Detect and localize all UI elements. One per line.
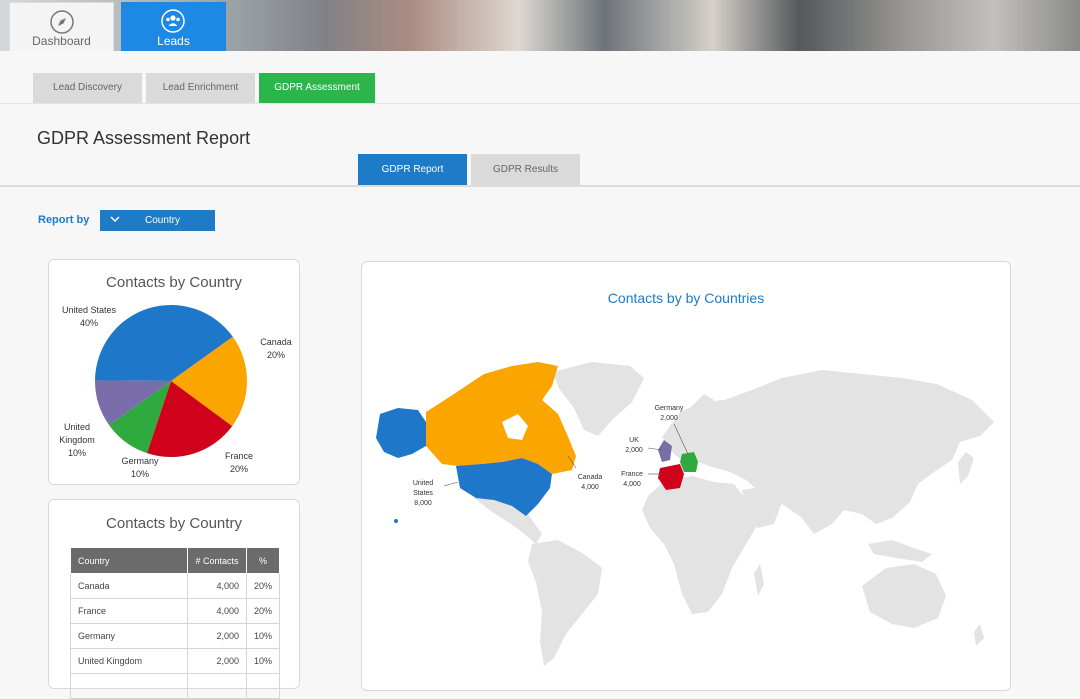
app-tab-dashboard-label: Dashboard xyxy=(32,34,91,48)
cell-contacts: 4,000 xyxy=(187,573,247,599)
app-tab-leads-label: Leads xyxy=(157,34,190,48)
map-label-germany-value: 2,000 xyxy=(660,415,678,422)
map-label-us-value: 8,000 xyxy=(414,500,432,507)
table-row: France 4,000 20% xyxy=(70,598,281,624)
cell-contacts: 2,000 xyxy=(187,648,247,674)
cell-percent: 20% xyxy=(245,573,281,599)
report-by-label: Report by xyxy=(38,214,90,226)
map-label-us-line1: United xyxy=(412,480,434,487)
report-by-select[interactable]: Country xyxy=(100,210,215,231)
pie-label-united-states: United States 40% xyxy=(53,304,125,330)
map-label-us: United States 8,000 xyxy=(406,479,440,509)
section-divider xyxy=(0,185,1080,187)
report-by-value: Country xyxy=(144,215,180,226)
map-label-canada-name: Canada xyxy=(577,474,603,481)
pie-label-france: France 20% xyxy=(217,450,261,476)
page-title: GDPR Assessment Report xyxy=(37,128,251,148)
pie-label-france-pct: 20% xyxy=(229,464,248,474)
pie-label-germany-pct: 10% xyxy=(130,469,149,479)
map-new-zealand xyxy=(974,624,984,646)
pie-label-us-pct: 40% xyxy=(79,318,98,328)
table-card-title: Contacts by Country xyxy=(106,515,242,532)
map-greenland xyxy=(552,362,644,436)
table-row: United Kingdom 2,000 10% xyxy=(70,648,281,674)
pie-label-france-name: France xyxy=(224,451,253,461)
pie-label-united-kingdom: United Kingdom 10% xyxy=(53,421,101,460)
table-card: Contacts by Country Country # Contacts %… xyxy=(48,499,300,699)
pie-label-uk-pct: 10% xyxy=(67,448,86,458)
pie-label-us-name: United States xyxy=(61,305,117,315)
table-row: Germany 2,000 10% xyxy=(70,623,281,649)
table-header-row: Country # Contacts % xyxy=(70,547,281,574)
cell-contacts: 2,000 xyxy=(187,623,247,649)
pie-chart-card: Contacts by Country United States 40% Ca… xyxy=(48,259,300,485)
map-label-germany-name: Germany xyxy=(654,405,684,412)
map-australia xyxy=(862,564,946,628)
map-canada xyxy=(426,362,576,474)
table-row xyxy=(70,673,281,699)
map-label-uk-value: 2,000 xyxy=(625,447,643,454)
tab-gdpr-results[interactable]: GDPR Results xyxy=(471,154,580,185)
tab-lead-enrichment[interactable]: Lead Enrichment xyxy=(146,73,255,103)
map-madagascar xyxy=(754,564,764,596)
cell-country: Germany xyxy=(70,623,188,649)
app-tab-dashboard[interactable]: Dashboard xyxy=(9,2,114,51)
tab-gdpr-assessment[interactable]: GDPR Assessment xyxy=(259,73,375,103)
contacts-table: Country # Contacts % Canada 4,000 20% Fr… xyxy=(70,547,281,699)
map-label-france-name: France xyxy=(621,471,643,478)
cell-percent xyxy=(245,673,281,699)
pie-label-germany-name: Germany xyxy=(121,456,159,466)
map-card: Contacts by by Countries United States 8… xyxy=(361,261,1011,691)
cell-country: Canada xyxy=(70,573,188,599)
map-label-canada-value: 4,000 xyxy=(581,484,599,491)
world-map xyxy=(376,362,994,666)
col-header-country[interactable]: Country xyxy=(70,547,188,574)
map-alaska xyxy=(376,408,426,458)
map-label-france: France 4,000 xyxy=(616,470,648,490)
map-indonesia xyxy=(868,540,932,562)
cell-percent: 10% xyxy=(245,648,281,674)
cell-country: France xyxy=(70,598,188,624)
pie-label-canada-pct: 20% xyxy=(266,350,285,360)
sub-tab-bar: Lead Discovery Lead Enrichment GDPR Asse… xyxy=(0,51,1080,104)
cell-country xyxy=(70,673,188,699)
map-label-uk: UK 2,000 xyxy=(622,436,646,456)
cell-percent: 20% xyxy=(245,598,281,624)
app-tab-leads[interactable]: Leads xyxy=(121,2,226,51)
map-africa xyxy=(642,476,758,614)
cell-contacts: 4,000 xyxy=(187,598,247,624)
col-header-contacts[interactable]: # Contacts xyxy=(187,547,247,574)
map-south-america xyxy=(528,540,602,666)
cell-contacts xyxy=(187,673,247,699)
pie-label-canada: Canada 20% xyxy=(253,336,299,362)
cell-percent: 10% xyxy=(245,623,281,649)
top-banner: Dashboard Leads xyxy=(0,0,1080,51)
map-label-germany: Germany 2,000 xyxy=(650,404,688,424)
cell-country: United Kingdom xyxy=(70,648,188,674)
col-header-percent[interactable]: % xyxy=(245,547,281,574)
map-hawaii xyxy=(394,519,398,523)
map-label-canada: Canada 4,000 xyxy=(572,473,608,493)
tab-lead-discovery[interactable]: Lead Discovery xyxy=(33,73,142,103)
map-label-france-value: 4,000 xyxy=(623,481,641,488)
leader-line-us xyxy=(443,481,459,487)
pie-label-uk-name: United Kingdom xyxy=(59,422,95,445)
people-icon xyxy=(161,9,185,33)
tab-gdpr-report[interactable]: GDPR Report xyxy=(358,154,467,185)
map-label-us-line2: States xyxy=(413,490,433,497)
compass-icon xyxy=(50,10,74,34)
pie-label-germany: Germany 10% xyxy=(115,455,165,481)
map-japan xyxy=(958,452,974,484)
map-label-uk-name: UK xyxy=(629,437,639,444)
table-row: Canada 4,000 20% xyxy=(70,573,281,599)
pie-label-canada-name: Canada xyxy=(260,337,292,347)
